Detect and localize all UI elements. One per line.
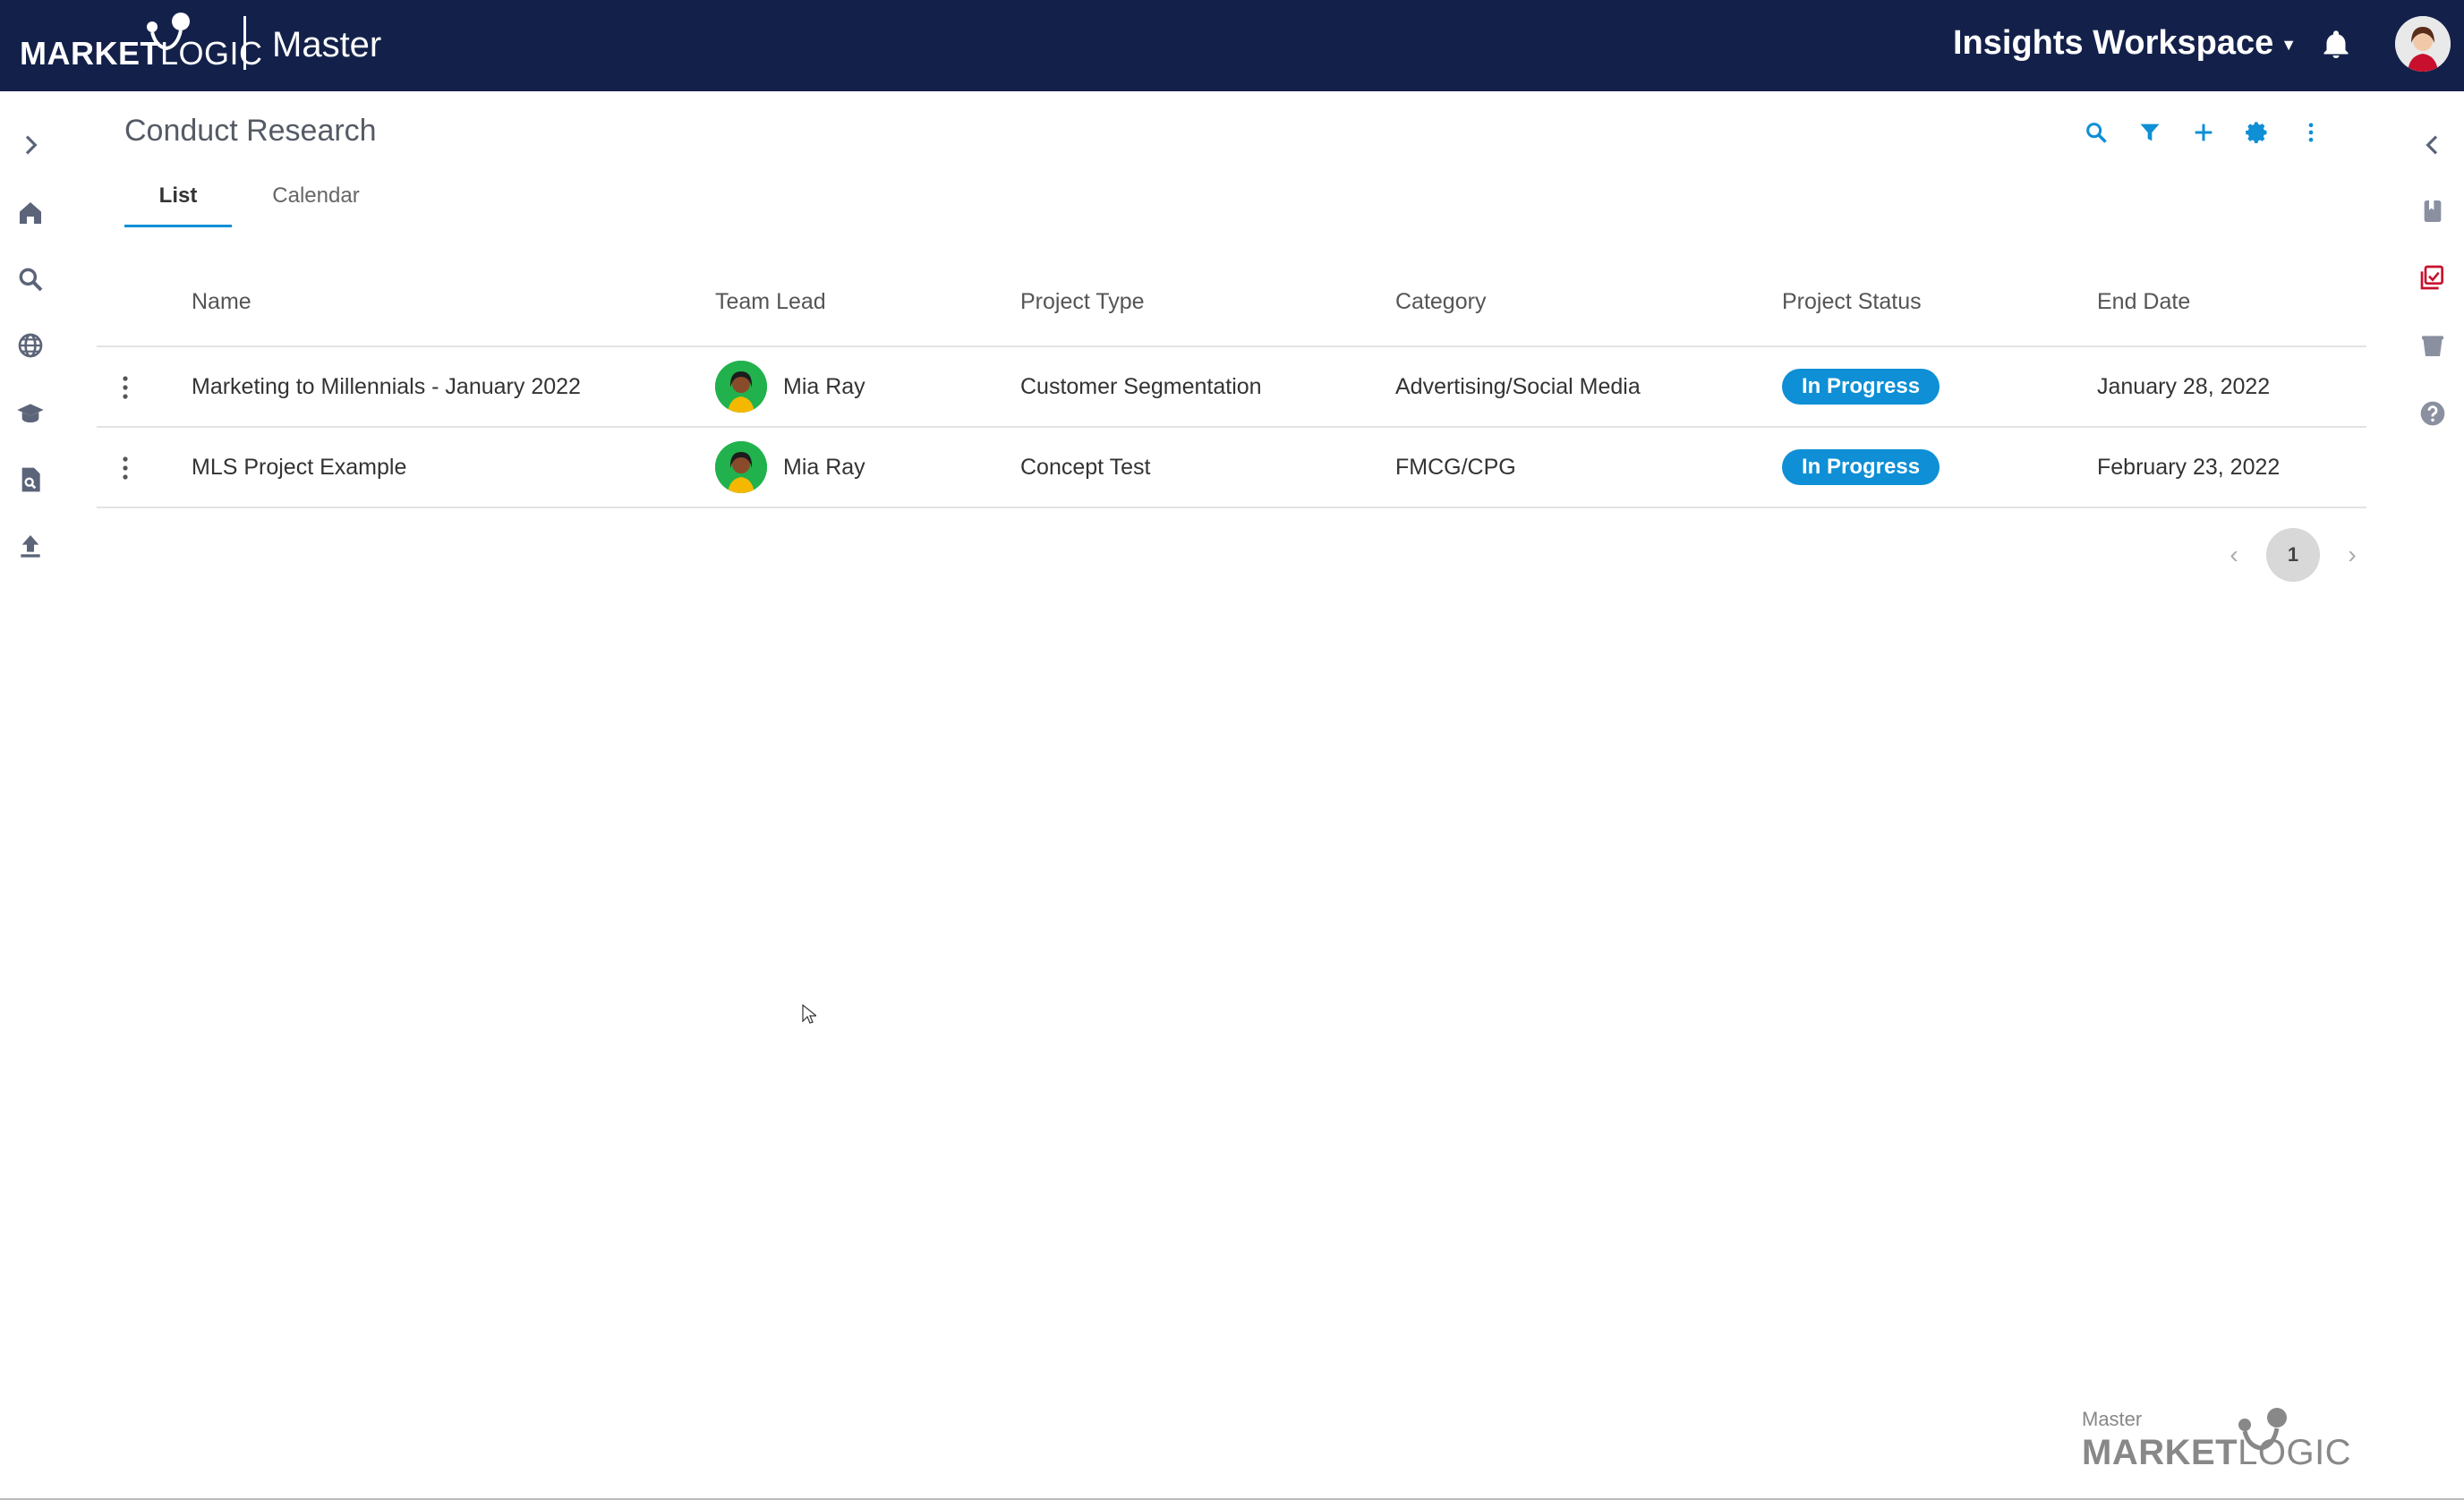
- project-name[interactable]: Marketing to Millennials - January 2022: [192, 347, 581, 426]
- end-date: January 28, 2022: [2097, 374, 2271, 399]
- pagination: ‹ 1 ›: [2216, 528, 2370, 582]
- status-cell: In Progress: [1782, 347, 1940, 405]
- column-header-project-type[interactable]: Project Type: [1020, 268, 1145, 335]
- chevron-right-icon[interactable]: ›: [2334, 537, 2370, 573]
- expand-chevron-icon[interactable]: [14, 129, 47, 161]
- checklist-icon[interactable]: [2417, 261, 2449, 294]
- end-date: February 23, 2022: [2097, 455, 2281, 480]
- status-cell: In Progress: [1782, 428, 1940, 485]
- app-name: Master: [272, 25, 382, 64]
- column-header-name[interactable]: Name: [192, 268, 252, 335]
- status-badge: In Progress: [1782, 369, 1940, 405]
- team-lead-cell: Mia Ray: [715, 428, 865, 507]
- category: FMCG/CPG: [1395, 455, 1516, 480]
- view-tabs: List Calendar: [124, 177, 379, 227]
- status-badge: In Progress: [1782, 449, 1940, 485]
- home-icon[interactable]: [14, 197, 47, 229]
- filter-icon[interactable]: [2123, 115, 2177, 150]
- workspace-label: Insights Workspace: [1953, 24, 2274, 62]
- workspace-selector[interactable]: Insights Workspace ▼: [1953, 20, 2297, 66]
- help-icon[interactable]: [2417, 397, 2449, 430]
- plus-icon[interactable]: [2177, 115, 2230, 150]
- graduation-cap-icon[interactable]: [14, 397, 47, 430]
- bookmark-icon[interactable]: [2417, 195, 2449, 227]
- globe-icon[interactable]: [14, 329, 47, 362]
- row-menu-icon[interactable]: [116, 374, 134, 401]
- tab-list[interactable]: List: [124, 177, 232, 227]
- tab-calendar[interactable]: Calendar: [253, 177, 379, 227]
- project-type: Customer Segmentation: [1020, 374, 1262, 399]
- more-vertical-icon[interactable]: [2284, 115, 2338, 150]
- person-avatar-icon: [715, 441, 767, 493]
- logo-divider: [243, 16, 246, 70]
- page-number-current[interactable]: 1: [2266, 528, 2320, 582]
- row-menu-icon[interactable]: [116, 455, 134, 482]
- team-lead-cell: Mia Ray: [715, 347, 865, 426]
- top-bar: MARKETLOGIC Master Insights Workspace ▼: [0, 0, 2464, 91]
- user-avatar[interactable]: [2395, 16, 2451, 72]
- project-name[interactable]: MLS Project Example: [192, 428, 406, 507]
- logo-text-light: LOGIC: [159, 35, 263, 72]
- table-row[interactable]: MLS Project Example Mia Ray Concept Test…: [97, 428, 2366, 508]
- column-header-category[interactable]: Category: [1395, 268, 1486, 335]
- column-header-team-lead[interactable]: Team Lead: [715, 268, 826, 335]
- page-title: Conduct Research: [124, 114, 377, 148]
- table-row[interactable]: Marketing to Millennials - January 2022 …: [97, 347, 2366, 428]
- marketlogic-logo[interactable]: MARKETLOGIC: [20, 13, 263, 75]
- column-header-end-date[interactable]: End Date: [2097, 268, 2190, 335]
- right-sidebar: [2404, 91, 2464, 1500]
- bell-icon[interactable]: [2320, 27, 2352, 63]
- person-avatar-icon: [715, 361, 767, 413]
- basket-icon[interactable]: [2417, 329, 2449, 362]
- footer-logo: Master MARKETLOGIC: [2082, 1407, 2351, 1473]
- table-header: Name Team Lead Project Type Category Pro…: [97, 268, 2366, 347]
- upload-icon[interactable]: [14, 530, 47, 562]
- gear-icon[interactable]: [2230, 115, 2284, 150]
- category: Advertising/Social Media: [1395, 374, 1641, 399]
- chevron-left-icon[interactable]: ‹: [2216, 537, 2252, 573]
- page-toolbar: [2069, 115, 2338, 150]
- search-icon[interactable]: [14, 263, 47, 295]
- mouse-cursor-icon: [802, 1004, 816, 1024]
- search-icon[interactable]: [2069, 115, 2123, 150]
- project-type: Concept Test: [1020, 455, 1151, 480]
- footer-logo-mark-icon: [2238, 1408, 2287, 1451]
- column-header-project-status[interactable]: Project Status: [1782, 268, 1922, 335]
- team-lead-avatar: [715, 361, 767, 413]
- left-sidebar: [0, 91, 61, 1500]
- logo-text-bold: MARKET: [20, 35, 160, 72]
- collapse-chevron-icon[interactable]: [2417, 129, 2449, 161]
- team-lead-avatar: [715, 441, 767, 493]
- team-lead-name: Mia Ray: [783, 455, 865, 480]
- user-avatar-icon: [2395, 16, 2451, 72]
- document-search-icon[interactable]: [14, 464, 47, 496]
- caret-down-icon: ▼: [2281, 36, 2298, 54]
- projects-table: Name Team Lead Project Type Category Pro…: [97, 268, 2366, 508]
- team-lead-name: Mia Ray: [783, 374, 865, 399]
